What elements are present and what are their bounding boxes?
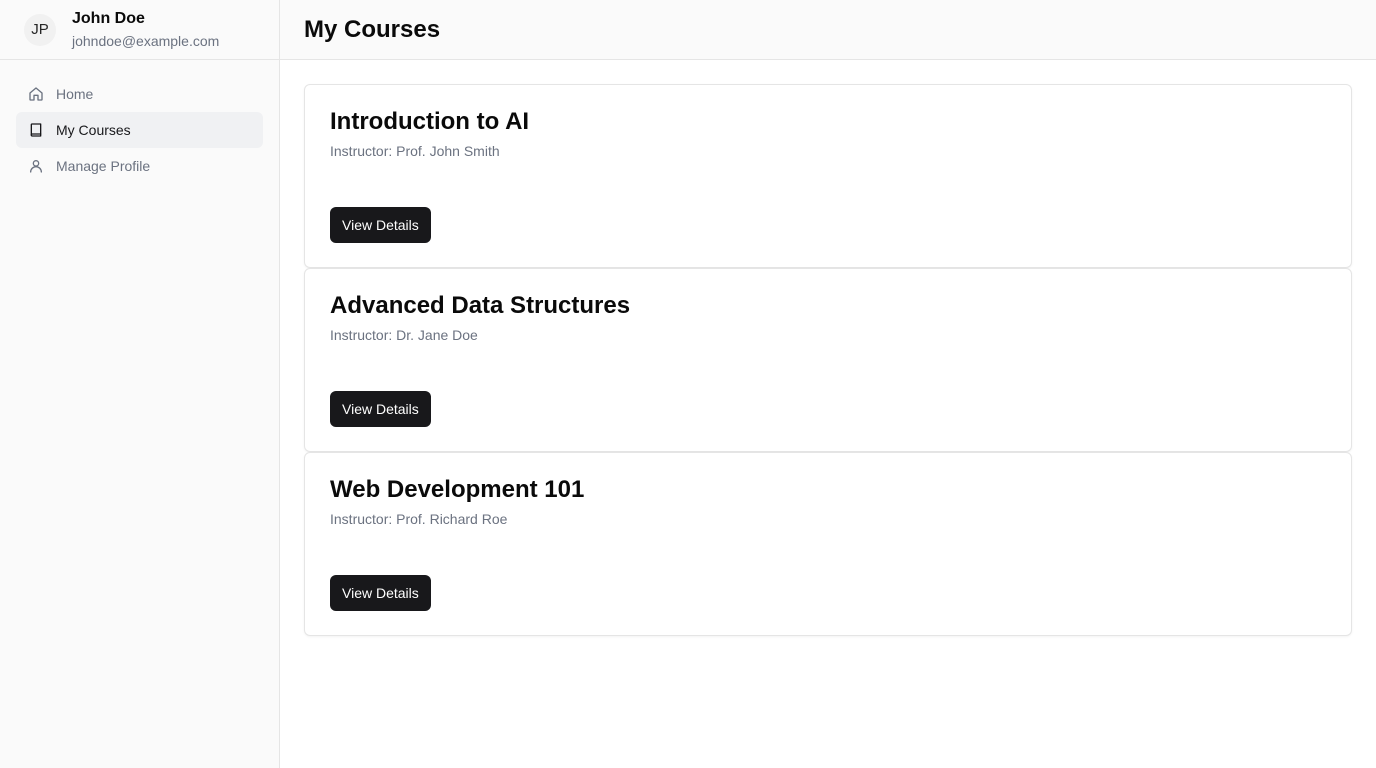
sidebar-item-label: Home: [56, 86, 94, 102]
course-list: Introduction to AI Instructor: Prof. Joh…: [304, 84, 1352, 636]
view-details-button[interactable]: View Details: [330, 207, 431, 243]
course-card: Web Development 101 Instructor: Prof. Ri…: [304, 452, 1352, 636]
course-instructor: Instructor: Prof. Richard Roe: [330, 511, 508, 527]
user-icon: [28, 158, 44, 174]
user-name: John Doe: [72, 9, 145, 27]
sidebar-item-home[interactable]: Home: [16, 76, 263, 112]
top-bar: My Courses: [280, 0, 1376, 60]
home-icon: [28, 86, 44, 102]
page-title: My Courses: [304, 15, 441, 43]
sidebar-item-manage-profile[interactable]: Manage Profile: [16, 148, 263, 184]
course-title: Advanced Data Structures: [330, 292, 631, 319]
course-card: Advanced Data Structures Instructor: Dr.…: [304, 268, 1352, 452]
course-instructor: Instructor: Dr. Jane Doe: [330, 327, 478, 343]
sidebar-item-label: My Courses: [56, 122, 131, 138]
user-info: John Doe johndoe@example.com: [72, 9, 219, 51]
user-profile: JP John Doe johndoe@example.com: [0, 0, 279, 60]
course-card: Introduction to AI Instructor: Prof. Joh…: [304, 84, 1352, 268]
view-details-button[interactable]: View Details: [330, 391, 431, 427]
course-title: Web Development 101: [330, 476, 585, 503]
sidebar-item-label: Manage Profile: [56, 158, 151, 174]
course-title: Introduction to AI: [330, 108, 530, 135]
view-details-button[interactable]: View Details: [330, 575, 431, 611]
sidebar-item-my-courses[interactable]: My Courses: [16, 112, 263, 148]
course-instructor: Instructor: Prof. John Smith: [330, 143, 500, 159]
book-icon: [28, 122, 44, 138]
sidebar-nav: Home My Courses Manage Profile: [0, 60, 279, 200]
sidebar: JP John Doe johndoe@example.com Home My …: [0, 0, 280, 768]
user-email: johndoe@example.com: [72, 32, 220, 49]
avatar: JP: [24, 13, 56, 46]
